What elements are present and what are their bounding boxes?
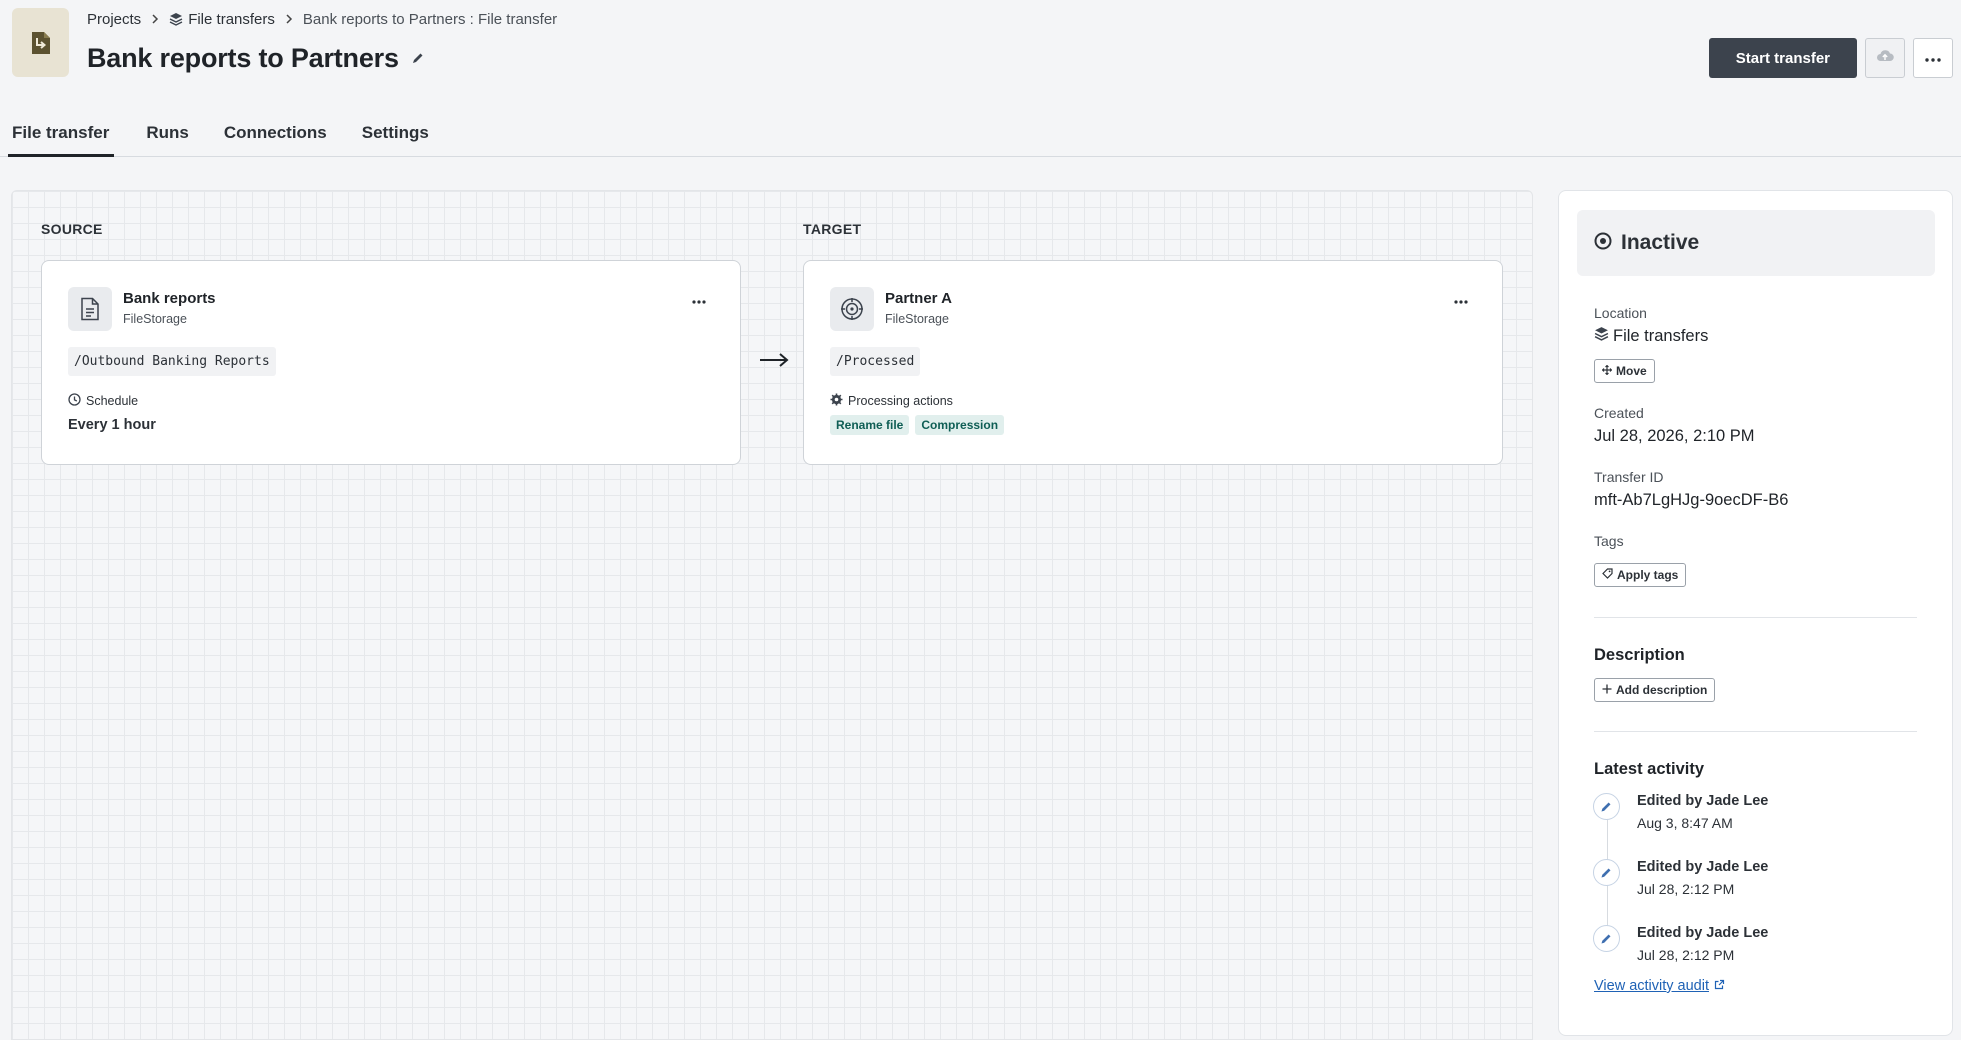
target-icon — [830, 287, 874, 331]
activity-item: Edited by Jade Lee Jul 28, 2:12 PM — [1593, 857, 1913, 901]
page-title: Bank reports to Partners — [87, 42, 399, 73]
activity-title: Edited by Jade Lee — [1637, 925, 1769, 941]
schedule-label: Schedule — [68, 393, 138, 409]
ellipsis-icon — [1454, 291, 1468, 309]
location-label: Location — [1594, 305, 1647, 321]
add-description-button[interactable]: Add description — [1594, 678, 1716, 702]
status-box: Inactive — [1577, 210, 1935, 276]
title-row: Bank reports to Partners — [87, 40, 425, 76]
move-arrows-icon — [1601, 364, 1613, 378]
source-card[interactable]: Bank reports FileStorage /Outbound Banki… — [41, 260, 741, 465]
location-value: File transfers — [1594, 326, 1708, 346]
clock-icon — [68, 393, 81, 409]
target-subtitle: FileStorage — [885, 312, 949, 326]
move-button[interactable]: Move — [1594, 359, 1655, 383]
created-label: Created — [1594, 405, 1644, 421]
schedule-value: Every 1 hour — [68, 417, 156, 433]
source-subtitle: FileStorage — [123, 312, 187, 326]
target-title: Partner A — [885, 290, 952, 307]
schedule-label-text: Schedule — [86, 394, 139, 408]
move-button-label: Move — [1616, 364, 1647, 378]
target-section-label: TARGET — [803, 221, 862, 237]
ellipsis-icon — [692, 291, 706, 309]
rename-file-chip: Rename file — [830, 415, 910, 435]
ellipsis-icon — [1925, 49, 1941, 67]
gear-icon — [830, 393, 843, 409]
apply-tags-button[interactable]: Apply tags — [1594, 563, 1687, 587]
activity-time: Aug 3, 8:47 AM — [1637, 815, 1733, 831]
processing-actions-label: Processing actions — [830, 393, 953, 409]
breadcrumb: Projects File transfers Bank reports to … — [87, 8, 557, 30]
tab-connections[interactable]: Connections — [220, 118, 331, 157]
target-card[interactable]: Partner A FileStorage /Processed Process… — [803, 260, 1503, 465]
processing-actions-label-text: Processing actions — [848, 394, 953, 408]
transfer-id-value: mft-Ab7LgHJg-9oecDF-B6 — [1594, 491, 1789, 509]
plus-icon — [1602, 683, 1612, 697]
add-description-button-label: Add description — [1616, 683, 1708, 697]
transfer-canvas: SOURCE TARGET Bank reports FileStorage /… — [11, 190, 1533, 1040]
external-link-icon — [1714, 978, 1725, 994]
breadcrumb-current: Bank reports to Partners : File transfer — [302, 10, 558, 28]
edit-pencil-icon — [1593, 925, 1620, 952]
source-path: /Outbound Banking Reports — [68, 347, 276, 376]
chevron-right-icon — [285, 14, 293, 24]
processing-actions-list: Rename file Compression — [830, 415, 1005, 435]
latest-activity-heading: Latest activity — [1594, 760, 1705, 778]
status-text: Inactive — [1621, 231, 1700, 254]
description-heading: Description — [1594, 646, 1685, 664]
edit-pencil-icon — [1593, 793, 1620, 820]
page-header: Projects File transfers Bank reports to … — [0, 0, 1961, 157]
inactive-status-icon — [1594, 232, 1612, 255]
location-value-text: File transfers — [1613, 326, 1709, 345]
tags-label: Tags — [1594, 533, 1624, 549]
activity-item: Edited by Jade Lee Aug 3, 8:47 AM — [1593, 791, 1913, 835]
activity-time: Jul 28, 2:12 PM — [1637, 881, 1735, 897]
document-icon — [68, 287, 112, 331]
file-transfer-app-icon — [12, 8, 69, 77]
cloud-upload-button[interactable] — [1865, 38, 1905, 78]
source-more-button[interactable] — [688, 293, 710, 307]
tab-file-transfer[interactable]: File transfer — [8, 118, 115, 157]
details-panel: Inactive Location File transfers Move Cr… — [1558, 190, 1953, 1036]
divider — [1594, 617, 1917, 618]
compression-chip: Compression — [915, 415, 1005, 435]
cloud-upload-icon — [1876, 49, 1894, 68]
transfer-id-label: Transfer ID — [1594, 469, 1664, 485]
activity-title: Edited by Jade Lee — [1637, 859, 1769, 875]
layers-icon — [169, 12, 183, 26]
edit-pencil-icon — [1593, 859, 1620, 886]
more-actions-button[interactable] — [1913, 38, 1953, 78]
pencil-icon[interactable] — [411, 51, 425, 65]
target-path: /Processed — [830, 347, 921, 376]
header-actions: Start transfer — [1708, 38, 1953, 78]
layers-icon — [1594, 326, 1609, 346]
activity-title: Edited by Jade Lee — [1637, 793, 1769, 809]
tag-icon — [1602, 568, 1613, 582]
source-section-label: SOURCE — [41, 221, 103, 237]
tab-settings[interactable]: Settings — [358, 118, 433, 157]
tab-bar: File transfer Runs Connections Settings — [8, 118, 460, 157]
view-activity-audit-link[interactable]: View activity audit — [1594, 978, 1725, 994]
arrow-right-icon — [759, 352, 789, 373]
activity-item: Edited by Jade Lee Jul 28, 2:12 PM — [1593, 923, 1913, 967]
activity-time: Jul 28, 2:12 PM — [1637, 947, 1735, 963]
created-value: Jul 28, 2026, 2:10 PM — [1594, 427, 1755, 445]
target-more-button[interactable] — [1450, 293, 1472, 307]
start-transfer-button[interactable]: Start transfer — [1708, 38, 1857, 78]
breadcrumb-file-transfers[interactable]: File transfers — [188, 11, 275, 28]
source-title: Bank reports — [123, 290, 216, 307]
apply-tags-button-label: Apply tags — [1617, 568, 1679, 582]
divider — [1594, 731, 1917, 732]
tab-runs[interactable]: Runs — [142, 118, 193, 157]
breadcrumb-projects[interactable]: Projects — [87, 11, 141, 28]
view-activity-audit-label: View activity audit — [1594, 978, 1709, 994]
chevron-right-icon — [151, 14, 159, 24]
